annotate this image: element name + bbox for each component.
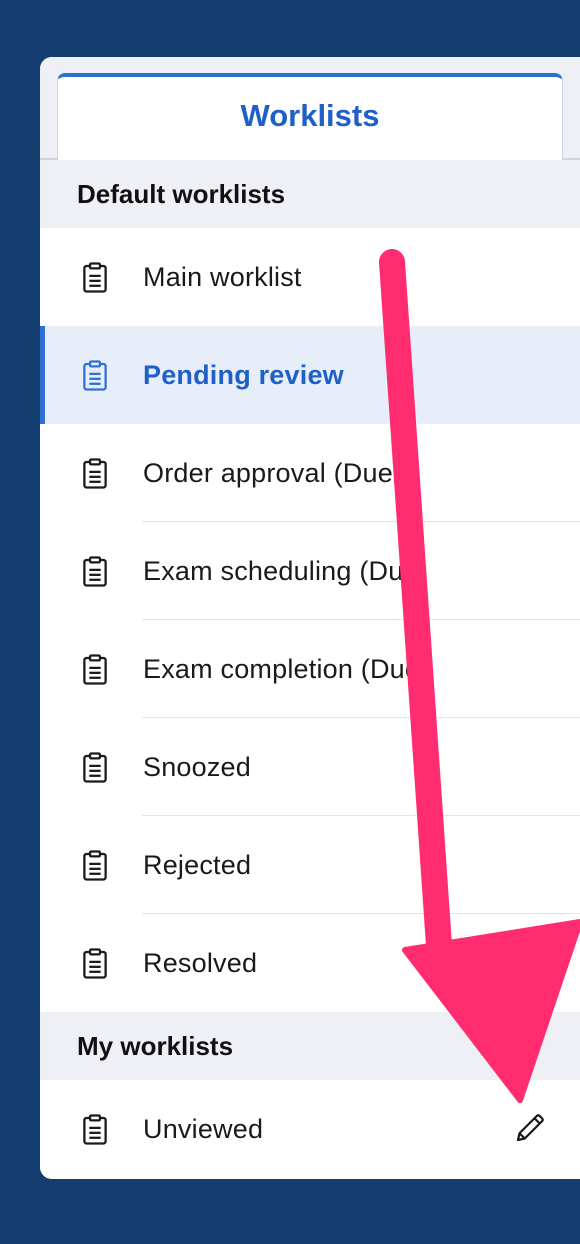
worklist-item-order-approval[interactable]: Order approval (Due [40, 424, 580, 522]
worklist-item-label: Order approval (Due [143, 457, 393, 488]
worklist-item-label: Snoozed [143, 751, 251, 782]
clipboard-icon [83, 654, 107, 685]
clipboard-icon [83, 752, 107, 783]
worklist-item-label: Resolved [143, 947, 258, 978]
worklist-item-main[interactable]: Main worklist [40, 228, 580, 326]
worklist-item-resolved[interactable]: Resolved [40, 914, 580, 1012]
clipboard-icon [83, 262, 107, 293]
worklist-item-label: Exam scheduling (Du [143, 555, 404, 586]
worklist-item-label: Unviewed [143, 1113, 264, 1144]
tab-strip: Worklists [40, 57, 580, 160]
worklist-item-label: Exam completion (Due [143, 653, 421, 684]
worklist-item-unviewed[interactable]: Unviewed [40, 1080, 580, 1178]
worklist-item-pending-review[interactable]: Pending review [40, 326, 580, 424]
pencil-icon[interactable] [512, 1110, 548, 1146]
worklists-panel: Worklists Default worklists Main worklis… [40, 57, 580, 1179]
tab-worklists[interactable]: Worklists [57, 73, 563, 160]
worklist-item-exam-scheduling[interactable]: Exam scheduling (Du [40, 522, 580, 620]
app-frame: Worklists Default worklists Main worklis… [0, 0, 580, 1244]
clipboard-icon [83, 1114, 107, 1145]
tab-worklists-label: Worklists [240, 97, 380, 133]
worklist-item-label: Main worklist [143, 261, 302, 292]
section-header-mine: My worklists [40, 1012, 580, 1080]
worklist-item-snoozed[interactable]: Snoozed [40, 718, 580, 816]
clipboard-icon [83, 948, 107, 979]
clipboard-icon [83, 360, 107, 391]
worklist-item-label: Rejected [143, 849, 252, 880]
section-title: Default worklists [77, 178, 286, 209]
worklist-item-rejected[interactable]: Rejected [40, 816, 580, 914]
worklist-item-exam-completion[interactable]: Exam completion (Due [40, 620, 580, 718]
section-title: My worklists [77, 1030, 234, 1061]
clipboard-icon [83, 556, 107, 587]
clipboard-icon [83, 850, 107, 881]
worklist-item-label: Pending review [143, 359, 344, 390]
section-header-default: Default worklists [40, 160, 580, 228]
clipboard-icon [83, 458, 107, 489]
